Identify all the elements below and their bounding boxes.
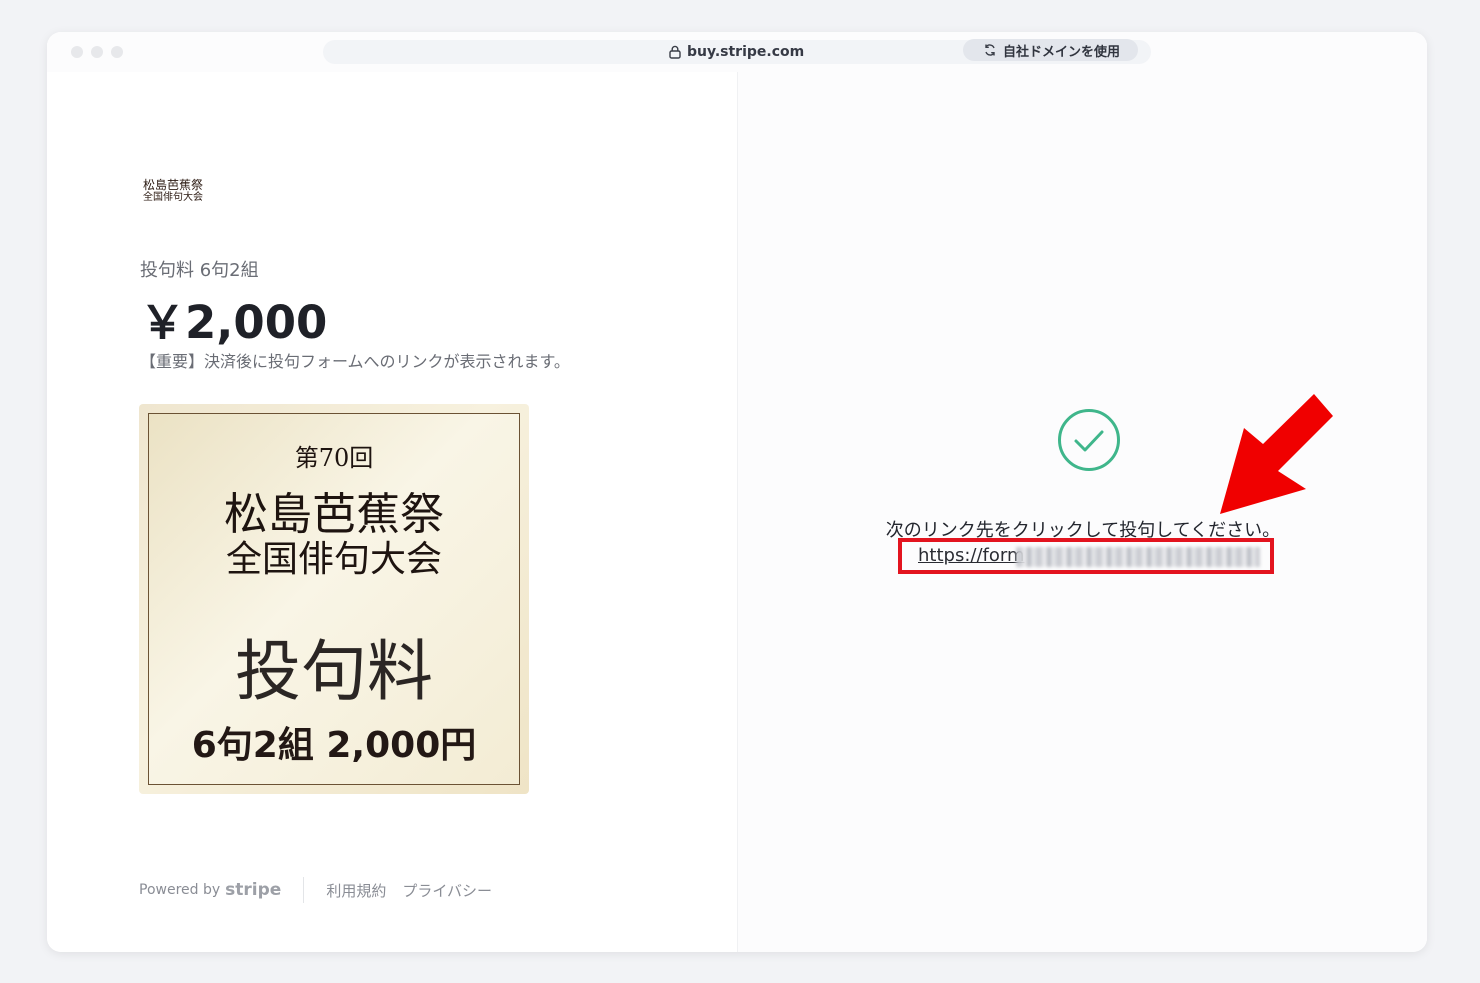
url-text: buy.stripe.com (687, 44, 805, 60)
footer: Powered by stripe 利用規約 プライバシー (139, 877, 508, 903)
product-image-frame: 第70回 松島芭蕉祭 全国俳句大会 投句料 6句2組 2,000円 (148, 413, 520, 785)
product-summary-panel: 松島芭蕉祭 全国俳句大会 投句料 6句2組 ￥2,000 【重要】決済後に投句フ… (47, 72, 737, 952)
product-note: 【重要】決済後に投句フォームへのリンクが表示されます。 (140, 352, 570, 371)
window-zoom-dot[interactable] (111, 46, 123, 58)
powered-by-text: Powered by (139, 882, 221, 898)
form-link[interactable]: https://form (918, 545, 1025, 566)
footer-divider (303, 877, 305, 903)
brand-logo-line2: 全国俳句大会 (143, 192, 203, 203)
product-image: 第70回 松島芭蕉祭 全国俳句大会 投句料 6句2組 2,000円 (139, 404, 529, 794)
product-image-edition: 第70回 (294, 444, 374, 472)
product-image-fee: 投句料 (235, 633, 433, 710)
custom-domain-label: 自社ドメインを使用 (1003, 44, 1121, 60)
window-close-dot[interactable] (71, 46, 83, 58)
custom-domain-button[interactable]: 自社ドメインを使用 (963, 39, 1139, 61)
url-display[interactable]: buy.stripe.com (669, 43, 804, 61)
refresh-icon (985, 44, 995, 56)
brand-logo-line1: 松島芭蕉祭 (143, 178, 204, 192)
brand-logo[interactable]: 松島芭蕉祭 全国俳句大会 (143, 178, 233, 204)
product-image-detail: 6句2組 2,000円 (191, 725, 477, 766)
product-name: 投句料 6句2組 (140, 260, 259, 281)
product-price: ￥2,000 (140, 296, 328, 349)
address-bar[interactable]: buy.stripe.com 自社ドメインを使用 (323, 39, 1151, 64)
window-minimize-dot[interactable] (91, 46, 103, 58)
privacy-link[interactable]: プライバシー (402, 880, 492, 901)
blurred-url-segment (1016, 547, 1260, 567)
lock-icon (669, 45, 681, 59)
stripe-logo[interactable]: stripe (225, 880, 281, 900)
checkmark-circle-icon (1058, 409, 1120, 471)
product-image-title2: 全国俳句大会 (225, 539, 442, 580)
red-arrow-annotation (1220, 394, 1333, 514)
terms-link[interactable]: 利用規約 (326, 880, 386, 901)
browser-toolbar: buy.stripe.com 自社ドメインを使用 (47, 32, 1427, 72)
